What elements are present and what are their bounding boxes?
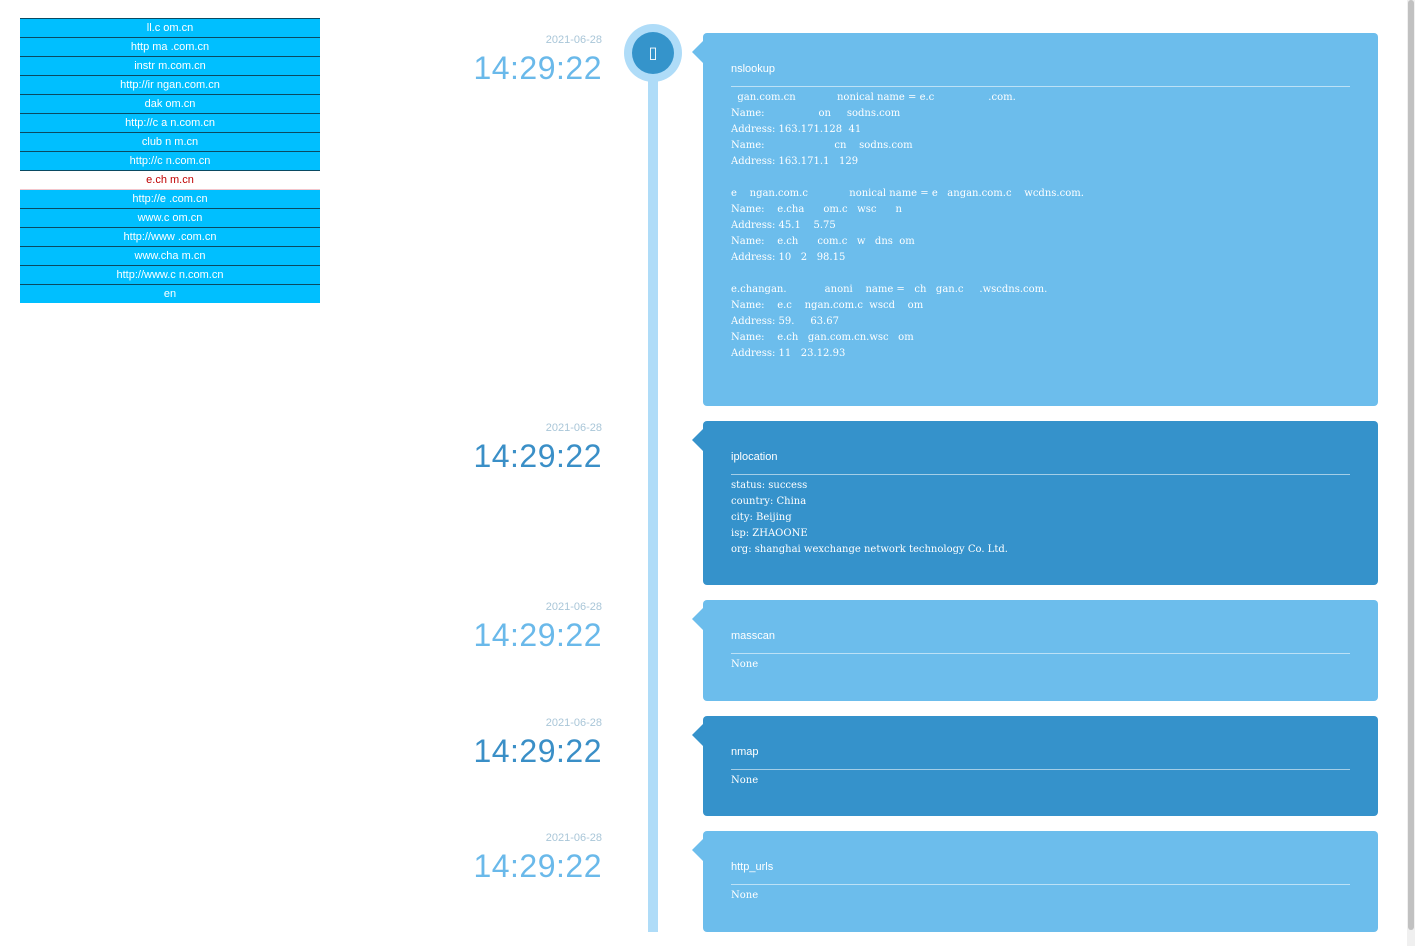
domain-item[interactable]: http://e .com.cn	[20, 190, 320, 209]
vertical-scrollbar[interactable]	[1407, 0, 1415, 946]
domain-item[interactable]: http://www.c n.com.cn	[20, 266, 320, 285]
result-card-masscan: masscan None	[692, 600, 1378, 701]
domain-item[interactable]: http://c a n.com.cn	[20, 114, 320, 133]
domain-item[interactable]: http://ir ngan.com.cn	[20, 76, 320, 95]
result-card-nmap: nmap None	[692, 716, 1378, 816]
card-title: http_urls	[731, 861, 1350, 885]
entry-date: 2021-06-28	[545, 717, 602, 729]
card-body: None	[731, 659, 759, 670]
result-card-iplocation: iplocation status: success country: Chin…	[692, 421, 1378, 585]
entry-time: 14:29:22	[473, 733, 602, 769]
result-card-nslookup: nslookup gan.com.cn nonical name = e.c .…	[692, 33, 1378, 406]
domain-item[interactable]: www.c om.cn	[20, 209, 320, 228]
timeline-line	[648, 62, 658, 932]
card-body: gan.com.cn nonical name = e.c .com. Name…	[731, 92, 1084, 359]
timeline-node: ▯	[624, 24, 682, 82]
entry-time: 14:29:22	[473, 50, 602, 86]
entry-time: 14:29:22	[473, 848, 602, 884]
card-body: status: success country: China city: Bei…	[731, 480, 1008, 555]
entry-date: 2021-06-28	[545, 34, 602, 46]
entry-date: 2021-06-28	[545, 601, 602, 613]
domain-item[interactable]: ll.c om.cn	[20, 19, 320, 38]
domain-list: ll.c om.cn http ma .com.cn instr m.com.c…	[20, 18, 320, 303]
domain-item[interactable]: www.cha m.cn	[20, 247, 320, 266]
entry-time: 14:29:22	[473, 438, 602, 474]
result-card-http-urls: http_urls None	[692, 831, 1378, 932]
card-title: nslookup	[731, 63, 1350, 87]
entry-time: 14:29:22	[473, 617, 602, 653]
timeline-node-icon: ▯	[632, 32, 674, 74]
card-body: None	[731, 890, 759, 901]
card-title: nmap	[731, 746, 1350, 770]
domain-item[interactable]: http://www .com.cn	[20, 228, 320, 247]
domain-item-selected[interactable]: e.ch m.cn	[20, 171, 320, 190]
domain-item[interactable]: en	[20, 285, 320, 303]
entry-date: 2021-06-28	[545, 422, 602, 434]
scrollbar-thumb[interactable]	[1408, 0, 1414, 930]
card-title: masscan	[731, 630, 1350, 654]
domain-item[interactable]: dak om.cn	[20, 95, 320, 114]
card-body: None	[731, 775, 759, 786]
domain-item[interactable]: http://c n.com.cn	[20, 152, 320, 171]
entry-date: 2021-06-28	[545, 832, 602, 844]
domain-item[interactable]: instr m.com.cn	[20, 57, 320, 76]
domain-item[interactable]: club n m.cn	[20, 133, 320, 152]
card-title: iplocation	[731, 451, 1350, 475]
domain-item[interactable]: http ma .com.cn	[20, 38, 320, 57]
